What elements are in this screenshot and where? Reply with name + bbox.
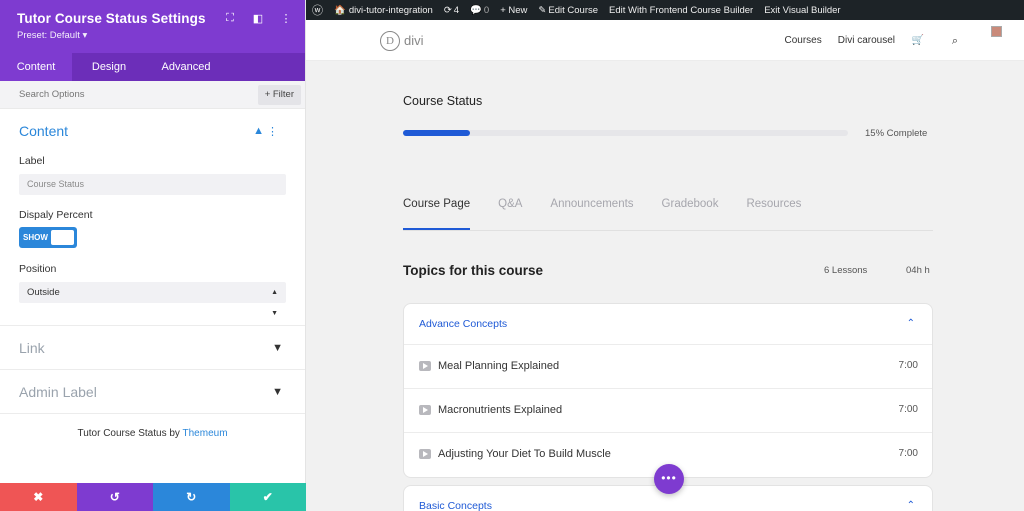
chevron-up-icon[interactable]: ⌃ [907,500,915,511]
course-content: Course Status 15% Complete Course Page Q… [306,61,1024,511]
play-icon [419,361,431,371]
preset-dropdown[interactable]: Preset: Default ▾ [17,30,305,41]
avatar[interactable] [991,26,1002,37]
topic-title: Advance Concepts [419,318,508,330]
lesson-item[interactable]: Meal Planning Explained 7:00 [404,345,932,389]
edit-icon[interactable]: ✎ [538,5,546,16]
site-logo-text[interactable]: divi [404,33,424,48]
label-field-label: Label [19,155,45,167]
chevron-down-icon[interactable]: ▼ [272,386,283,398]
tab-advanced[interactable]: Advanced [146,53,226,81]
updates-count[interactable]: 4 [454,5,459,16]
search-options-row: + Filter [0,81,305,109]
close-icon[interactable]: ✖ [0,483,77,511]
exit-builder-link[interactable]: Exit Visual Builder [764,5,840,16]
progress-fill [403,130,470,136]
new-link[interactable]: + New [500,5,527,16]
tab-design[interactable]: Design [72,53,146,81]
builder-menu-button[interactable]: ••• [654,464,684,494]
toggle-knob [51,230,74,245]
display-percent-toggle[interactable]: SHOW [19,227,77,248]
divi-logo-icon[interactable]: D [380,31,400,51]
nav-courses[interactable]: Courses [785,35,822,46]
content-section: Content ▲ ⋮ Label Course Status Dispaly … [0,109,305,325]
updates-icon[interactable]: ⟳ [444,5,452,16]
tab-content[interactable]: Content [0,53,72,81]
frontend-builder-link[interactable]: Edit With Frontend Course Builder [609,5,753,16]
play-icon [419,449,431,459]
topics-title: Topics for this course [403,263,544,278]
position-label: Position [19,263,57,275]
play-icon [419,405,431,415]
course-tabs: Course Page Q&A Announcements Gradebook … [403,198,933,231]
topic-header[interactable]: Advance Concepts ⌃ [404,304,932,345]
content-section-title: Content [19,123,69,139]
more-icon[interactable]: ⋮ [279,12,293,25]
link-section-title: Link [19,339,45,356]
lesson-time: 7:00 [898,448,918,459]
settings-panel: Tutor Course Status Settings Preset: Def… [0,0,306,511]
site-name-link[interactable]: divi-tutor-integration [349,5,433,16]
lessons-count: 6 Lessons [824,265,868,276]
comments-count[interactable]: 0 [484,5,489,16]
tab-announcements[interactable]: Announcements [550,198,633,230]
main-nav: Courses Divi carousel [785,35,896,46]
search-options-input[interactable] [19,89,258,100]
nav-divi-carousel[interactable]: Divi carousel [838,35,895,46]
admin-label-section-title: Admin Label [19,383,97,400]
cart-icon[interactable]: 🛒 [912,35,924,46]
module-credit: Tutor Course Status by Themeum [0,428,305,439]
admin-label-section[interactable]: Admin Label ▼ [0,369,305,413]
site-icon[interactable]: 🏠 [334,5,346,16]
panel-footer: ✖ ↺ ↻ ✔ [0,483,306,511]
lesson-name: Adjusting Your Diet To Build Muscle [438,448,611,460]
tab-resources[interactable]: Resources [746,198,801,230]
panel-header: Tutor Course Status Settings Preset: Def… [0,0,305,53]
wordpress-icon[interactable]: ⓦ [312,2,323,18]
tab-qa[interactable]: Q&A [498,198,522,230]
site-header: D divi Courses Divi carousel 🛒 ⌕ [306,20,1024,61]
expand-icon[interactable]: ⛶ [223,12,237,25]
course-duration: 04h h [906,265,930,276]
search-icon[interactable]: ⌕ [952,35,958,48]
progress-text: 15% Complete [865,128,928,139]
label-field-input[interactable]: Course Status [19,174,286,195]
topic-card: Advance Concepts ⌃ Meal Planning Explain… [403,303,933,478]
comments-icon[interactable]: 💬 [470,5,482,16]
chevron-up-icon[interactable]: ▲ [253,125,264,137]
redo-icon[interactable]: ↻ [153,483,230,511]
lesson-name: Macronutrients Explained [438,404,563,416]
position-value: Outside [27,287,60,298]
lesson-name: Meal Planning Explained [438,360,560,372]
more-icon[interactable]: ⋮ [267,125,278,138]
select-arrows-icon: ▲ ▼ [271,289,278,317]
filter-button[interactable]: + Filter [257,84,301,105]
display-percent-label: Dispaly Percent [19,209,93,221]
wp-admin-bar: ⓦ 🏠 divi-tutor-integration ⟳ 4 💬 0 + New… [306,0,1024,20]
edit-course-link[interactable]: Edit Course [548,5,598,16]
lesson-time: 7:00 [898,360,918,371]
content-section-header[interactable]: Content ▲ ⋮ [19,109,286,153]
check-icon[interactable]: ✔ [229,483,306,511]
link-section[interactable]: Link ▼ [0,325,305,369]
themeum-link[interactable]: Themeum [183,428,228,439]
sidebar-icon[interactable]: ◧ [251,12,265,25]
progress-bar [403,130,848,136]
chevron-up-icon[interactable]: ⌃ [907,318,915,329]
divider [0,413,305,414]
undo-icon[interactable]: ↺ [76,483,153,511]
tab-gradebook[interactable]: Gradebook [662,198,719,230]
credit-text: Tutor Course Status by [77,428,180,439]
panel-tabs: Content Design Advanced [0,53,305,81]
tab-course-page[interactable]: Course Page [403,198,471,230]
topic-title: Basic Concepts [419,500,492,511]
lesson-item[interactable]: Macronutrients Explained 7:00 [404,389,932,433]
toggle-text: SHOW [23,233,48,242]
chevron-down-icon[interactable]: ▼ [272,342,283,354]
course-status-title: Course Status [403,94,483,108]
lesson-time: 7:00 [898,404,918,415]
position-select[interactable]: Outside ▲ ▼ [19,282,286,317]
